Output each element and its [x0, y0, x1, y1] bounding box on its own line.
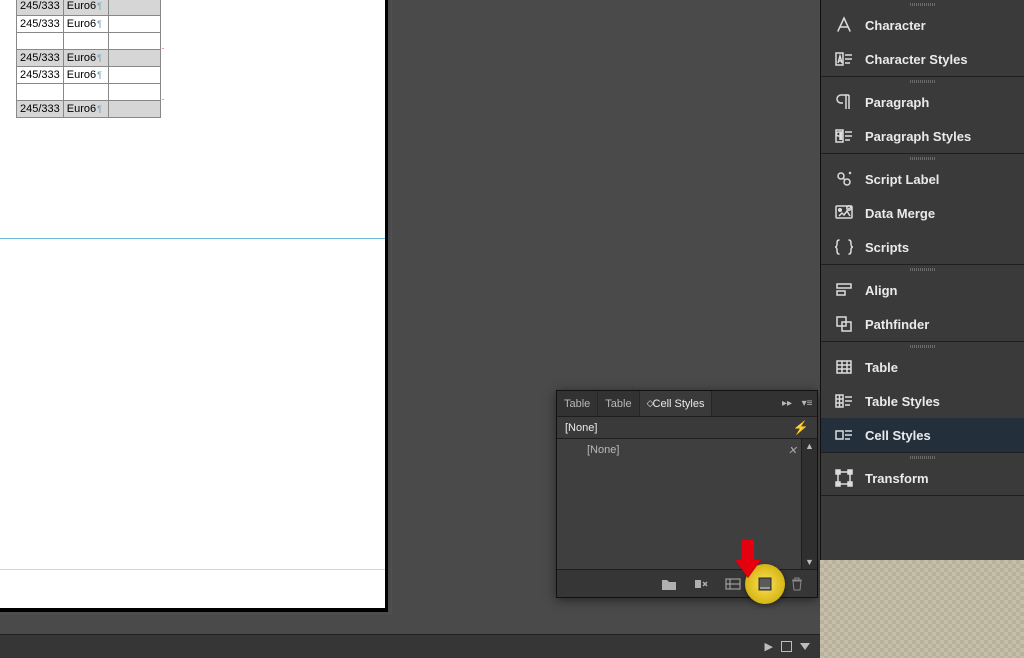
dock-item-character-styles[interactable]: Character Styles — [821, 42, 1024, 76]
paragraph-styles-icon — [833, 125, 855, 147]
dock-item-character[interactable]: Character — [821, 8, 1024, 42]
horizontal-guide[interactable] — [0, 238, 385, 239]
scrollbar[interactable]: ▲ ▼ — [801, 439, 817, 569]
panel-grip[interactable] — [821, 453, 1024, 461]
dock-item-label: Data Merge — [865, 206, 935, 221]
table-row[interactable]: . — [17, 83, 161, 100]
table-styles-icon — [833, 390, 855, 412]
dock-item-label: Script Label — [865, 172, 939, 187]
pathfinder-icon — [833, 313, 855, 335]
table-row[interactable]: . — [17, 32, 161, 49]
dock-item-transform[interactable]: Transform — [821, 461, 1024, 495]
dock-item-label: Scripts — [865, 240, 909, 255]
table-row[interactable]: 245/333Euro6¶ — [17, 100, 161, 117]
margin-guide — [0, 569, 385, 570]
panel-grip[interactable] — [821, 342, 1024, 350]
tab-cell-styles[interactable]: ◇Cell Styles — [640, 391, 713, 416]
panel-footer — [557, 569, 817, 597]
pager-prev-icon[interactable]: ▶ — [765, 640, 773, 653]
page[interactable]: 245/333Euro6¶245/333Euro6¶.245/333Euro6¶… — [0, 0, 385, 608]
dock-item-scripts[interactable]: Scripts — [821, 230, 1024, 264]
data-merge-icon — [833, 202, 855, 224]
paragraph-icon — [833, 91, 855, 113]
dock-item-label: Table Styles — [865, 394, 940, 409]
character-styles-icon — [833, 48, 855, 70]
current-style-row: [None] ⚡ — [557, 417, 817, 439]
table-row[interactable]: 245/333Euro6¶ — [17, 66, 161, 83]
list-item-label: [None] — [587, 444, 619, 456]
cell-styles-panel[interactable]: Table Table ◇Cell Styles ▸▸ ▾≡ [None] ⚡ … — [556, 390, 818, 598]
dock-item-label: Paragraph Styles — [865, 129, 971, 144]
clear-overrides-icon[interactable] — [693, 576, 709, 592]
panel-grip[interactable] — [821, 154, 1024, 162]
dock-item-cell-styles[interactable]: Cell Styles — [821, 418, 1024, 452]
dock-item-paragraph-styles[interactable]: Paragraph Styles — [821, 119, 1024, 153]
dock-item-pathfinder[interactable]: Pathfinder — [821, 307, 1024, 341]
dock-item-label: Table — [865, 360, 898, 375]
panel-grip[interactable] — [821, 265, 1024, 273]
dock-item-label: Align — [865, 283, 898, 298]
transform-icon — [833, 467, 855, 489]
dock-item-script-label[interactable]: Script Label — [821, 162, 1024, 196]
cell-styles-icon — [833, 424, 855, 446]
scripts-icon — [833, 236, 855, 258]
style-group-icon[interactable] — [661, 576, 677, 592]
dock-item-align[interactable]: Align — [821, 273, 1024, 307]
align-icon — [833, 279, 855, 301]
table-row[interactable]: 245/333Euro6¶ — [17, 49, 161, 66]
panel-grip[interactable] — [821, 77, 1024, 85]
view-mode-icon[interactable] — [781, 641, 792, 652]
workspace-footer: ▶ — [0, 634, 820, 658]
dock-item-paragraph[interactable]: Paragraph — [821, 85, 1024, 119]
dock-item-table[interactable]: Table — [821, 350, 1024, 384]
no-style-icon: ✕ — [788, 444, 797, 457]
view-dropdown-icon[interactable] — [800, 643, 810, 650]
tutorial-arrow-icon — [735, 540, 761, 581]
panel-collapse-icon[interactable]: ▸▸ — [777, 398, 797, 409]
dock-item-label: Character Styles — [865, 52, 968, 67]
dock-item-label: Transform — [865, 471, 929, 486]
pasteboard-texture — [820, 560, 1024, 658]
current-style-label: [None] — [565, 422, 597, 434]
panel-dock: Character Character Styles Paragraph Paragr… — [820, 0, 1024, 560]
panel-menu-icon[interactable]: ▾≡ — [797, 398, 817, 409]
tab-table-2[interactable]: Table — [598, 391, 639, 416]
scroll-up-icon[interactable]: ▲ — [802, 439, 817, 453]
table-row[interactable]: 245/333Euro6¶ — [17, 0, 161, 15]
tab-table-1[interactable]: Table — [557, 391, 598, 416]
document-canvas[interactable]: 245/333Euro6¶245/333Euro6¶.245/333Euro6¶… — [0, 0, 398, 614]
script-label-icon — [833, 168, 855, 190]
dock-item-table-styles[interactable]: Table Styles — [821, 384, 1024, 418]
dock-item-label: Cell Styles — [865, 428, 931, 443]
dock-item-label: Character — [865, 18, 926, 33]
scroll-down-icon[interactable]: ▼ — [802, 555, 817, 569]
document-table[interactable]: 245/333Euro6¶245/333Euro6¶.245/333Euro6¶… — [16, 0, 161, 118]
panel-tabstrip: Table Table ◇Cell Styles ▸▸ ▾≡ — [557, 391, 817, 417]
dock-item-label: Pathfinder — [865, 317, 929, 332]
styles-list[interactable]: [None] ✕ ▲ ▼ — [557, 439, 817, 569]
quick-apply-icon[interactable]: ⚡ — [793, 420, 809, 436]
character-icon — [833, 14, 855, 36]
tab-cell-styles-label: Cell Styles — [653, 398, 705, 410]
panel-grip[interactable] — [821, 0, 1024, 8]
list-item[interactable]: [None] ✕ — [557, 439, 817, 461]
dock-item-data-merge[interactable]: Data Merge — [821, 196, 1024, 230]
delete-style-icon[interactable] — [789, 576, 805, 592]
table-icon — [833, 356, 855, 378]
dock-item-label: Paragraph — [865, 95, 929, 110]
table-row[interactable]: 245/333Euro6¶ — [17, 15, 161, 32]
